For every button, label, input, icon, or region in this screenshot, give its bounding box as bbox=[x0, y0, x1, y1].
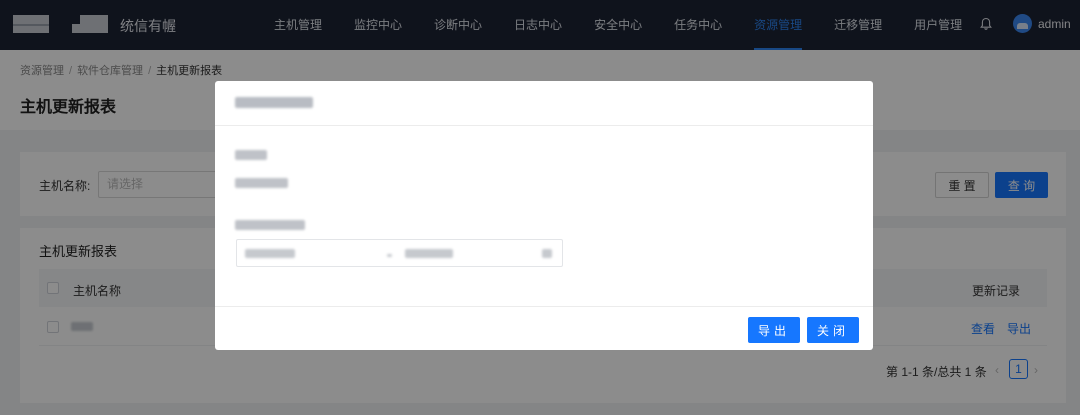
modal-header-divider bbox=[215, 125, 873, 126]
modal-footer-divider bbox=[215, 306, 873, 307]
modal-title-redacted bbox=[235, 97, 313, 108]
range-separator-icon bbox=[387, 254, 392, 257]
modal-field-value-redacted bbox=[235, 178, 288, 188]
update-records-modal: 导出 关闭 bbox=[215, 81, 873, 350]
end-date-redacted bbox=[405, 249, 453, 258]
date-range-picker[interactable] bbox=[236, 239, 563, 267]
modal-export-button[interactable]: 导出 bbox=[748, 317, 800, 343]
modal-close-button[interactable]: 关闭 bbox=[807, 317, 859, 343]
modal-date-label-redacted bbox=[235, 220, 305, 230]
modal-field-label-redacted bbox=[235, 150, 267, 160]
calendar-icon[interactable] bbox=[542, 249, 552, 258]
start-date-redacted bbox=[245, 249, 295, 258]
